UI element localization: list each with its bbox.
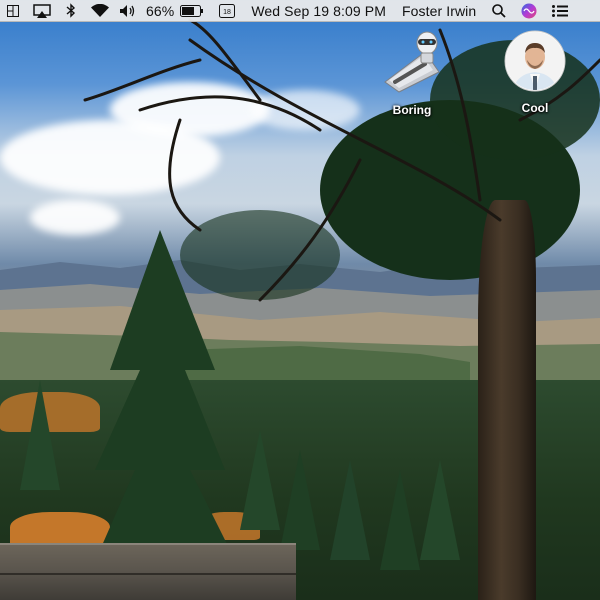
airplay-icon[interactable] — [28, 0, 56, 21]
bluetooth-icon[interactable] — [60, 0, 82, 21]
volume-icon[interactable] — [116, 0, 140, 21]
spotlight-search-icon[interactable] — [486, 0, 512, 21]
battery-percentage[interactable]: 66% — [146, 0, 174, 21]
desktop-icon-boring[interactable]: Boring — [367, 28, 457, 117]
wooden-bench — [0, 543, 296, 600]
menu-bar: 66% 18 Wed Sep 19 8:09 PM Foster Irwin — [0, 0, 600, 22]
desktop-icon-cool[interactable]: Cool — [490, 30, 580, 115]
automator-robot-icon — [384, 31, 440, 93]
keyboard-input-icon[interactable]: 18 — [215, 0, 239, 21]
notification-center-icon[interactable] — [548, 0, 572, 21]
desktop-icon-label: Boring — [392, 103, 432, 117]
desktop-icon-label: Cool — [521, 101, 549, 115]
wifi-icon[interactable] — [86, 0, 114, 21]
battery-icon[interactable] — [177, 0, 207, 21]
svg-text:18: 18 — [223, 9, 231, 16]
profile-photo-icon — [504, 30, 566, 92]
user-name[interactable]: Foster Irwin — [402, 0, 476, 21]
window-tiling-icon[interactable] — [2, 0, 24, 21]
date-time[interactable]: Wed Sep 19 8:09 PM — [251, 0, 386, 21]
siri-icon[interactable] — [516, 0, 542, 21]
